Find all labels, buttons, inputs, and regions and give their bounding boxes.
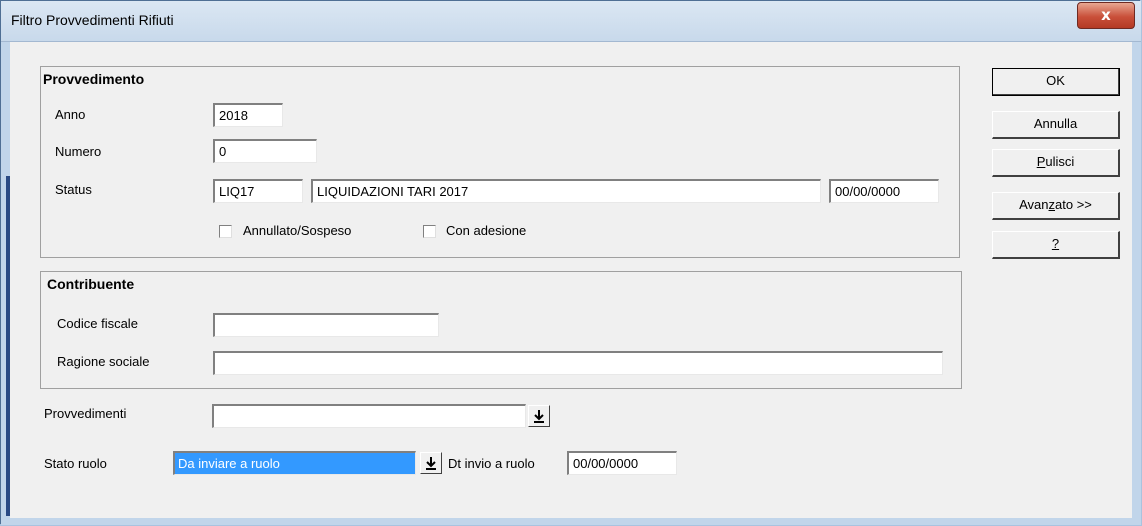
window-bottom-border [1,517,1141,525]
contribuente-group: Contribuente Codice fiscale Ragione soci… [40,271,962,389]
ok-button[interactable]: OK [992,68,1120,96]
window-right-border [1132,42,1141,525]
provvedimenti-label: Provvedimenti [44,406,127,421]
provvedimento-group: Provvedimento Anno 2018 Numero 0 Status … [40,66,960,258]
avanzato-label-start: Avan [1019,197,1049,212]
ragione-sociale-label: Ragione sociale [57,354,150,369]
provvedimenti-select[interactable] [212,404,526,428]
status-date-field[interactable]: 00/00/0000 [829,179,939,203]
dialog-window: Filtro Provvedimenti Rifiuti x Provvedim… [0,0,1141,525]
stato-ruolo-label: Stato ruolo [44,456,107,471]
dt-invio-field[interactable]: 00/00/0000 [567,451,677,475]
ragione-sociale-field[interactable] [213,351,943,375]
dialog-client-area: Provvedimento Anno 2018 Numero 0 Status … [10,42,1132,518]
status-description-field[interactable]: LIQUIDAZIONI TARI 2017 [311,179,821,203]
annullato-label[interactable]: Annullato/Sospeso [243,223,351,238]
dt-invio-label: Dt invio a ruolo [448,456,535,471]
avanzato-button[interactable]: Avanzato >> [992,192,1120,220]
provvedimenti-dropdown-button[interactable] [528,405,550,427]
anno-field[interactable]: 2018 [213,103,283,127]
annulla-button[interactable]: Annulla [992,111,1120,139]
window-title: Filtro Provvedimenti Rifiuti [11,12,174,28]
pulisci-button[interactable]: Pulisci [992,149,1120,177]
close-button[interactable]: x [1077,2,1135,29]
anno-label: Anno [55,107,86,122]
contribuente-group-title: Contribuente [47,276,135,292]
numero-field[interactable]: 0 [213,139,317,163]
help-button[interactable]: ? [992,231,1120,259]
title-bar[interactable]: Filtro Provvedimenti Rifiuti x [1,1,1141,42]
avanzato-label-end: ato >> [1055,197,1092,212]
adesione-label[interactable]: Con adesione [446,223,526,238]
status-code-field[interactable]: LIQ17 [213,179,303,203]
status-label: Status [55,182,92,197]
annullato-checkbox[interactable] [219,225,232,238]
stato-ruolo-dropdown-button[interactable] [420,452,442,474]
close-icon: x [1101,6,1111,24]
adesione-checkbox[interactable] [423,225,436,238]
stato-ruolo-value: Da inviare a ruolo [175,453,415,474]
help-label: ? [1051,236,1060,251]
arrow-down-bar-icon [534,410,544,423]
codice-fiscale-label: Codice fiscale [57,316,138,331]
codice-fiscale-field[interactable] [213,313,439,337]
stato-ruolo-select[interactable]: Da inviare a ruolo [173,451,416,475]
provvedimento-group-title: Provvedimento [43,71,145,87]
pulisci-label: ulisci [1045,154,1075,169]
arrow-down-bar-icon [426,457,436,470]
window-left-border [1,42,10,525]
numero-label: Numero [55,144,102,159]
